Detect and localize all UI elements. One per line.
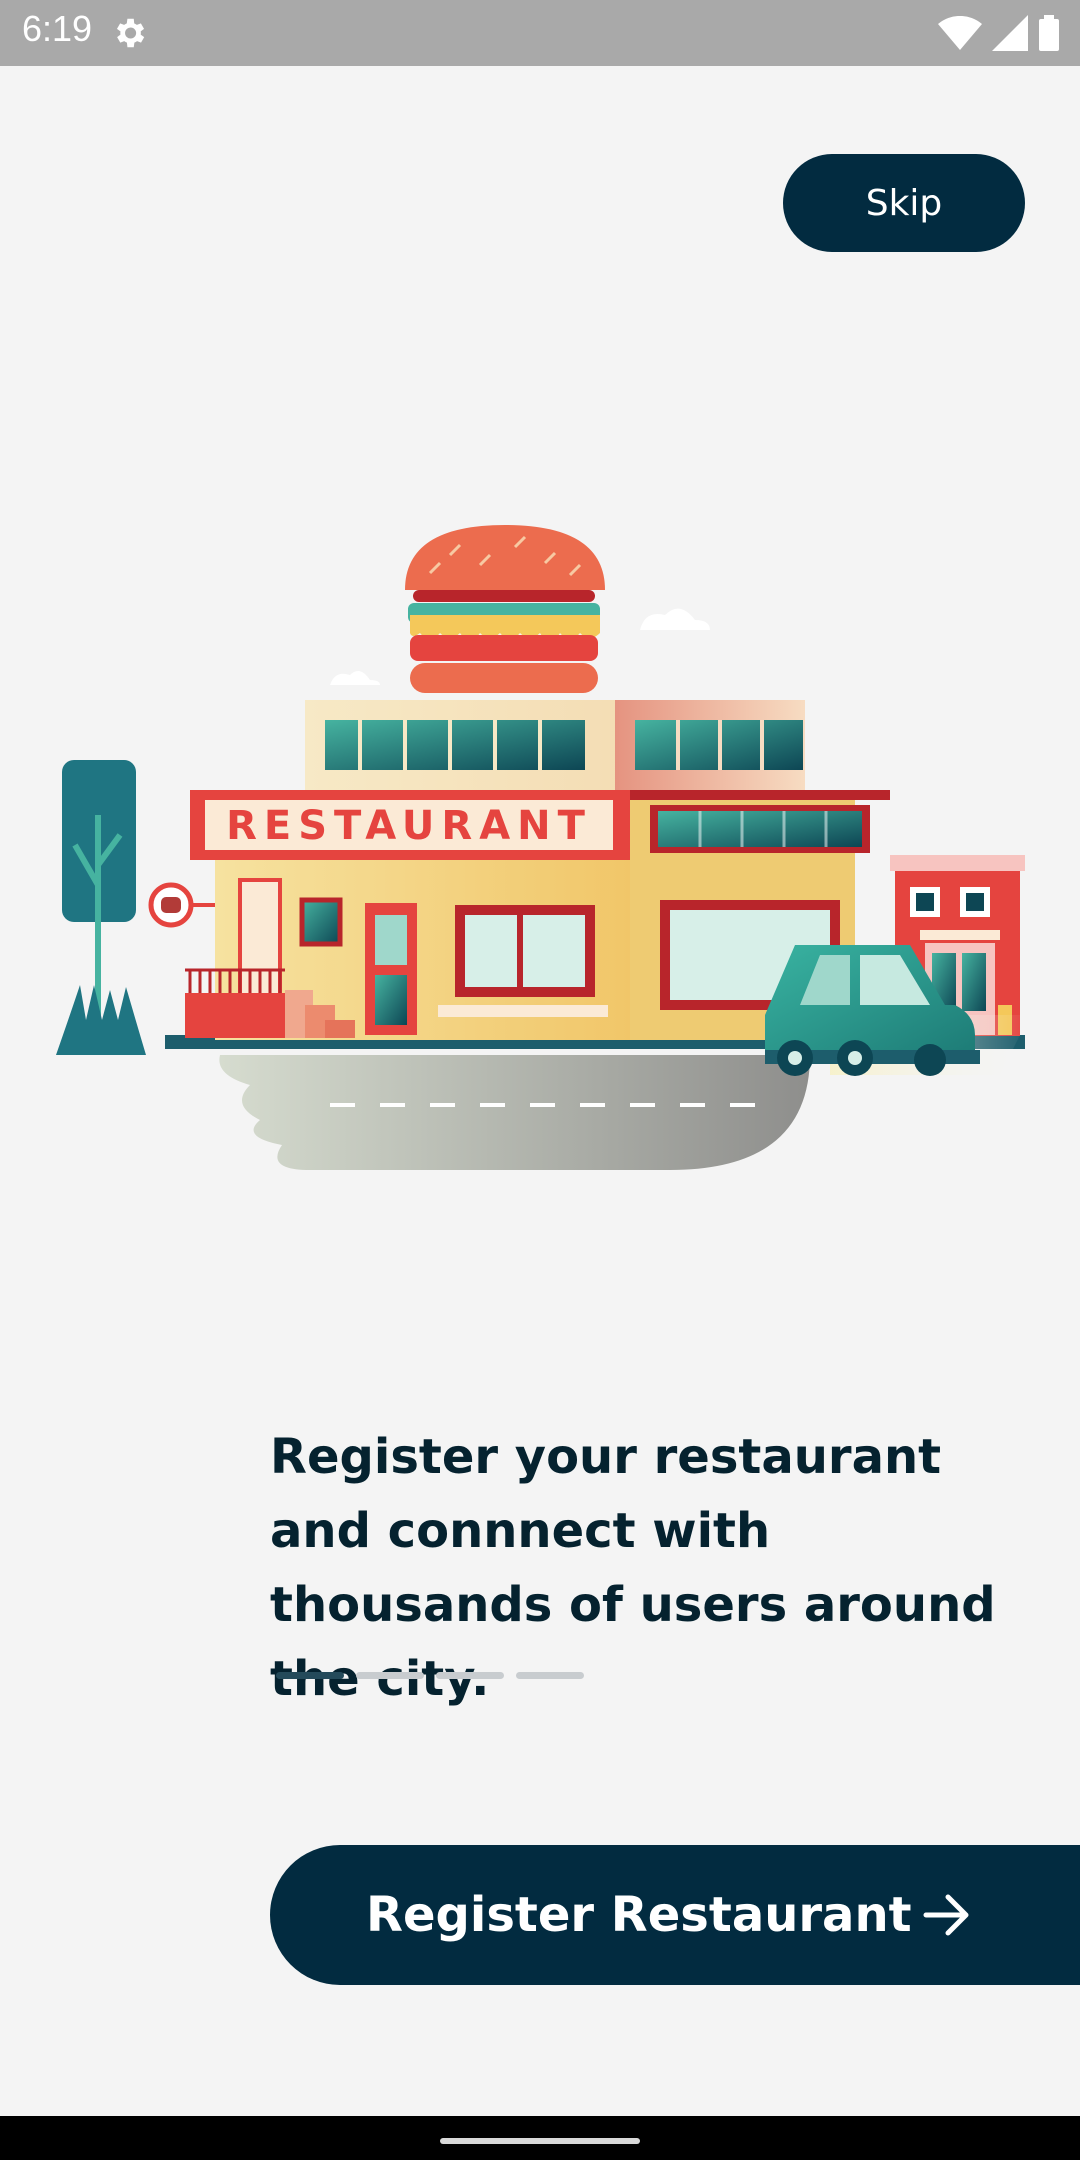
status-bar: 6:19 bbox=[0, 0, 1080, 66]
status-time: 6:19 bbox=[22, 8, 93, 49]
register-restaurant-label: Register Restaurant bbox=[366, 1887, 912, 1943]
cell-signal-icon bbox=[992, 15, 1028, 51]
page-dot-1 bbox=[276, 1672, 344, 1679]
wifi-icon bbox=[938, 16, 982, 50]
page-indicator bbox=[276, 1672, 584, 1679]
arrow-right-icon bbox=[923, 1894, 969, 1936]
skip-button[interactable]: Skip bbox=[783, 154, 1025, 252]
register-restaurant-button[interactable]: Register Restaurant bbox=[270, 1845, 1080, 1985]
status-icons bbox=[938, 12, 1060, 54]
battery-icon bbox=[1039, 15, 1059, 51]
system-navigation-bar bbox=[0, 2116, 1080, 2160]
page-dot-2 bbox=[356, 1672, 424, 1679]
restaurant-illustration: RESTAURANT bbox=[56, 525, 1030, 1170]
home-gesture-handle[interactable] bbox=[440, 2138, 640, 2144]
page-dot-4 bbox=[516, 1672, 584, 1679]
illustration-sign-text: RESTAURANT bbox=[226, 803, 592, 849]
page-dot-3 bbox=[436, 1672, 504, 1679]
settings-icon bbox=[116, 18, 145, 48]
